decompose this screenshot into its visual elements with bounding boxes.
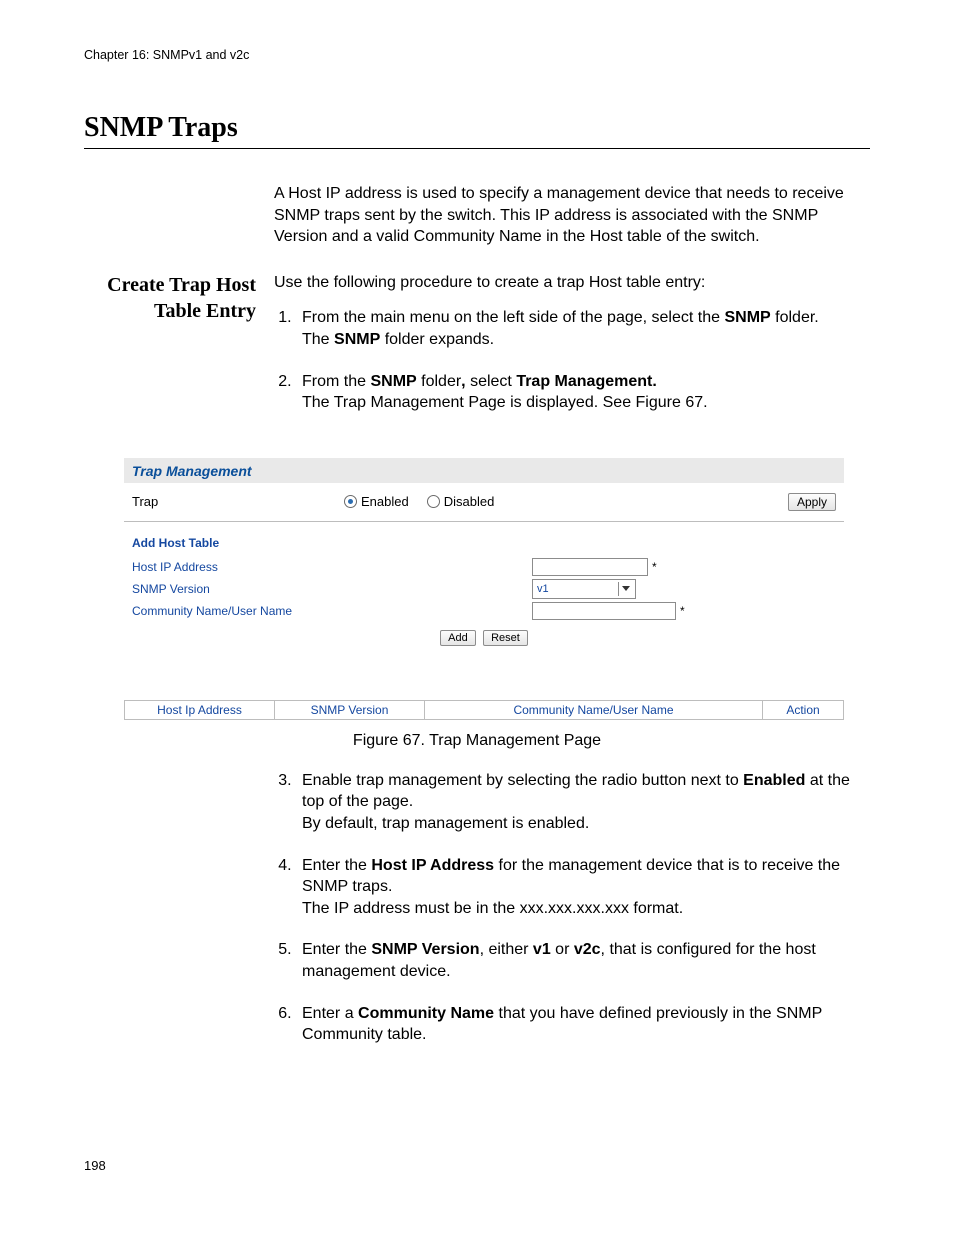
select-value: v1	[537, 583, 549, 595]
step-4: Enter the Host IP Address for the manage…	[296, 855, 870, 920]
figure-trap-management: Trap Management Trap Enabled Disabled Ap…	[124, 458, 844, 720]
add-host-title: Add Host Table	[132, 536, 836, 550]
step-list: From the main menu on the left side of t…	[274, 307, 870, 413]
bold-text: v1	[533, 941, 551, 958]
apply-button[interactable]: Apply	[788, 493, 836, 511]
side-heading-column: Create Trap Host Table Entry	[84, 272, 274, 324]
step-text: The	[302, 331, 334, 348]
step-3: Enable trap management by selecting the …	[296, 770, 870, 835]
step-1: From the main menu on the left side of t…	[296, 307, 870, 350]
procedure-column: Use the following procedure to create a …	[274, 272, 870, 434]
procedure-continued: Enable trap management by selecting the …	[84, 770, 870, 1066]
step-text: select	[466, 373, 517, 390]
bold-text: Trap Management.	[516, 373, 656, 390]
step-text: By default, trap management is enabled.	[302, 815, 589, 832]
radio-enabled-label: Enabled	[361, 494, 409, 509]
field-label: SNMP Version	[132, 582, 532, 596]
step-text: From the main menu on the left side of t…	[302, 309, 724, 326]
trap-row: Trap Enabled Disabled Apply	[124, 483, 844, 522]
community-name-input[interactable]	[532, 602, 676, 620]
required-mark: *	[680, 604, 685, 618]
title-rule	[84, 148, 870, 149]
bold-text: SNMP Version	[371, 941, 479, 958]
field-snmp-version: SNMP Version v1	[132, 578, 836, 600]
step-text: Enter a	[302, 1005, 358, 1022]
radio-disabled[interactable]: Disabled	[427, 494, 495, 509]
page-title: SNMP Traps	[84, 112, 870, 144]
step-2: From the SNMP folder, select Trap Manage…	[296, 371, 870, 414]
procedure-intro: Use the following procedure to create a …	[274, 272, 870, 294]
bold-text: Enabled	[743, 772, 805, 789]
step-6: Enter a Community Name that you have def…	[296, 1003, 870, 1046]
step-text: folder.	[771, 309, 819, 326]
step-text: Enter the	[302, 857, 371, 874]
step-text: folder	[417, 373, 461, 390]
step-text: or	[551, 941, 574, 958]
step-text: Enter the	[302, 941, 371, 958]
step-text: From the	[302, 373, 370, 390]
intro-paragraph: A Host IP address is used to specify a m…	[274, 183, 870, 248]
bold-text: SNMP	[334, 331, 380, 348]
radio-dot-icon	[344, 495, 357, 508]
bold-text: Host IP Address	[371, 857, 494, 874]
step-5: Enter the SNMP Version, either v1 or v2c…	[296, 939, 870, 982]
bold-text: v2c	[574, 941, 601, 958]
step-text: , either	[480, 941, 533, 958]
col-action: Action	[763, 701, 843, 719]
col-community: Community Name/User Name	[425, 701, 763, 719]
page-number: 198	[84, 1158, 106, 1173]
radio-dot-icon	[427, 495, 440, 508]
intro-column: A Host IP address is used to specify a m…	[274, 183, 870, 272]
bold-text: Community Name	[358, 1005, 494, 1022]
add-button[interactable]: Add	[440, 630, 476, 646]
figure-caption: Figure 67. Trap Management Page	[84, 732, 870, 750]
field-label: Host IP Address	[132, 560, 532, 574]
col-host-ip: Host Ip Address	[125, 701, 275, 719]
radio-disabled-label: Disabled	[444, 494, 495, 509]
add-host-section: Add Host Table Host IP Address * SNMP Ve…	[124, 522, 844, 654]
step-list-cont: Enable trap management by selecting the …	[274, 770, 870, 1046]
chevron-down-icon	[618, 582, 633, 596]
step-text: Enable trap management by selecting the …	[302, 772, 743, 789]
button-row: Add Reset	[132, 630, 836, 646]
radio-enabled[interactable]: Enabled	[344, 494, 409, 509]
section-heading: Create Trap Host Table Entry	[84, 272, 256, 324]
bold-text: SNMP	[724, 309, 770, 326]
panel-title: Trap Management	[132, 463, 252, 479]
field-host-ip: Host IP Address *	[132, 556, 836, 578]
trap-label: Trap	[132, 494, 344, 509]
procedure-block: Create Trap Host Table Entry Use the fol…	[84, 272, 870, 434]
step-text: folder expands.	[380, 331, 494, 348]
content-columns: A Host IP address is used to specify a m…	[84, 183, 870, 272]
snmp-version-select[interactable]: v1	[532, 579, 636, 599]
host-table-header: Host Ip Address SNMP Version Community N…	[124, 700, 844, 720]
panel-header: Trap Management	[124, 458, 844, 483]
document-page: Chapter 16: SNMPv1 and v2c SNMP Traps A …	[0, 0, 954, 1235]
field-label: Community Name/User Name	[132, 604, 532, 618]
procedure-column-cont: Enable trap management by selecting the …	[274, 770, 870, 1066]
host-ip-input[interactable]	[532, 558, 648, 576]
step-text: The IP address must be in the xxx.xxx.xx…	[302, 900, 683, 917]
step-text: The Trap Management Page is displayed. S…	[302, 394, 708, 411]
reset-button[interactable]: Reset	[483, 630, 528, 646]
field-community-name: Community Name/User Name *	[132, 600, 836, 622]
chapter-header: Chapter 16: SNMPv1 and v2c	[84, 48, 870, 62]
required-mark: *	[652, 560, 657, 574]
bold-text: SNMP	[370, 373, 416, 390]
col-snmp-version: SNMP Version	[275, 701, 425, 719]
